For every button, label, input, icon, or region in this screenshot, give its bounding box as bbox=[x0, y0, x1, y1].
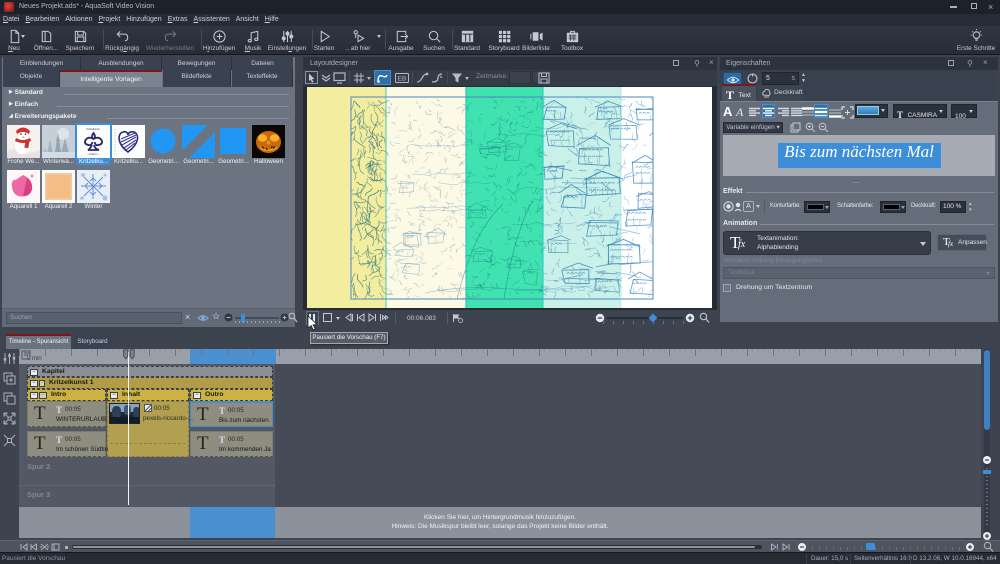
svg-text:~ Kritzel ~: ~ Kritzel ~ bbox=[87, 153, 99, 156]
svg-text:Kritzelkunst: Kritzelkunst bbox=[87, 128, 100, 131]
svg-text:EB: EB bbox=[398, 76, 407, 83]
